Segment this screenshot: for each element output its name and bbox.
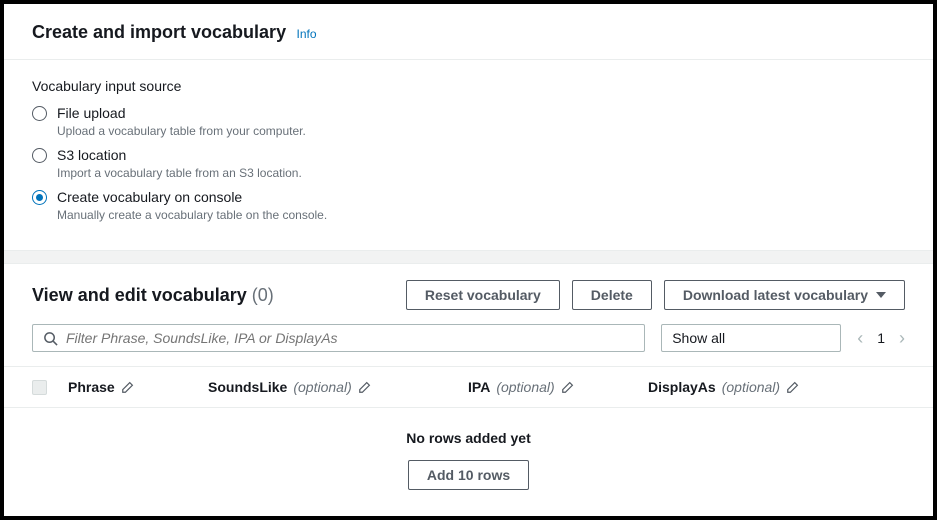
edit-icon — [358, 380, 372, 394]
edit-icon — [786, 380, 800, 394]
chevron-down-icon — [876, 292, 886, 298]
show-all-select[interactable]: Show all — [661, 324, 841, 352]
radio-desc: Manually create a vocabulary table on th… — [57, 208, 327, 222]
add-rows-button[interactable]: Add 10 rows — [408, 460, 529, 490]
empty-state-text: No rows added yet — [4, 408, 933, 454]
filter-input-wrapper[interactable] — [32, 324, 645, 352]
column-soundslike[interactable]: SoundsLike (optional) — [208, 379, 468, 395]
prev-page-button[interactable]: ‹ — [857, 328, 863, 349]
radio-option-create-console[interactable]: Create vocabulary on console Manually cr… — [32, 184, 905, 226]
search-icon — [43, 331, 58, 346]
view-edit-title: View and edit vocabulary (0) — [32, 285, 394, 306]
radio-option-file-upload[interactable]: File upload Upload a vocabulary table fr… — [32, 100, 905, 142]
radio-label: S3 location — [57, 146, 302, 164]
filter-input[interactable] — [66, 330, 634, 346]
row-count: (0) — [252, 285, 274, 305]
select-all-checkbox[interactable] — [32, 380, 47, 395]
radio-desc: Upload a vocabulary table from your comp… — [57, 124, 306, 138]
info-link[interactable]: Info — [297, 27, 317, 41]
radio-icon[interactable] — [32, 106, 47, 121]
radio-option-s3-location[interactable]: S3 location Import a vocabulary table fr… — [32, 142, 905, 184]
select-value: Show all — [672, 330, 725, 346]
input-source-label: Vocabulary input source — [32, 78, 905, 94]
radio-icon[interactable] — [32, 190, 47, 205]
table-header-row: Phrase SoundsLike (optional) IPA (option… — [4, 366, 933, 408]
edit-icon — [561, 380, 575, 394]
radio-icon[interactable] — [32, 148, 47, 163]
pagination: ‹ 1 › — [857, 328, 905, 349]
column-phrase[interactable]: Phrase — [68, 379, 208, 395]
column-displayas[interactable]: DisplayAs (optional) — [648, 379, 905, 395]
next-page-button[interactable]: › — [899, 328, 905, 349]
radio-label: Create vocabulary on console — [57, 188, 327, 206]
delete-button[interactable]: Delete — [572, 280, 652, 310]
radio-label: File upload — [57, 104, 306, 122]
download-vocabulary-button[interactable]: Download latest vocabulary — [664, 280, 905, 310]
reset-vocabulary-button[interactable]: Reset vocabulary — [406, 280, 560, 310]
column-ipa[interactable]: IPA (optional) — [468, 379, 648, 395]
input-source-radio-group: File upload Upload a vocabulary table fr… — [32, 100, 905, 226]
radio-desc: Import a vocabulary table from an S3 loc… — [57, 166, 302, 180]
page-title: Create and import vocabulary — [32, 22, 286, 42]
page-number: 1 — [877, 330, 885, 346]
edit-icon — [121, 380, 135, 394]
